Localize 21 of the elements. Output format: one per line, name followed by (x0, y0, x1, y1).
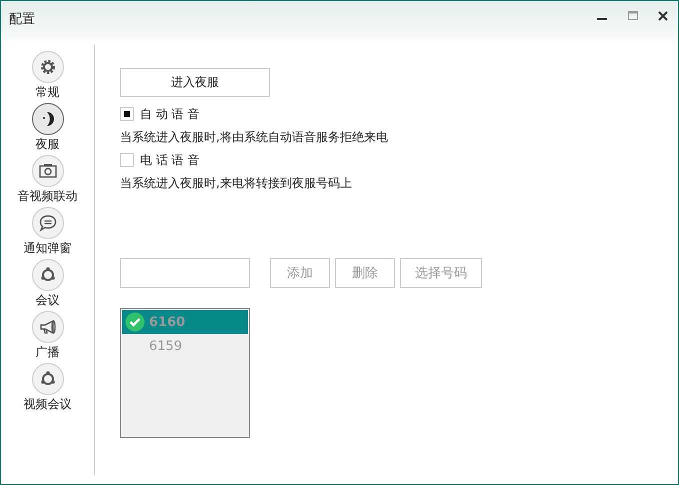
enter-night-button[interactable]: 进入夜服 (120, 68, 270, 97)
sidebar-item[interactable]: 夜服 (2, 103, 94, 152)
sidebar-item[interactable]: 常规 (2, 51, 94, 100)
checkbox-label: 电 话 语 音 (140, 152, 200, 168)
sidebar-item[interactable]: 会议 (2, 259, 94, 308)
checkbox-label: 自 动 语 音 (140, 106, 200, 122)
number-input-field[interactable] (120, 258, 250, 288)
check-icon (125, 312, 145, 332)
maximize-icon[interactable] (628, 11, 638, 21)
close-icon[interactable] (658, 11, 668, 21)
sidebar-item[interactable]: 视频会议 (2, 363, 94, 412)
sidebar-item[interactable]: 通知弹窗 (2, 207, 94, 256)
option-description: 当系统进入夜服时,来电将转接到夜服号码上 (120, 176, 352, 190)
window-title: 配置 (8, 11, 35, 28)
checkbox[interactable] (120, 107, 134, 121)
checkbox[interactable] (120, 153, 134, 167)
megaphone-icon (38, 317, 58, 337)
sidebar-item[interactable]: 音视频联动 (2, 155, 94, 204)
sidebar-item[interactable]: 广播 (2, 311, 94, 360)
chat-bubble-icon (38, 213, 58, 233)
option-description: 当系统进入夜服时,将由系统自动语音服务拒绝来电 (120, 130, 388, 144)
